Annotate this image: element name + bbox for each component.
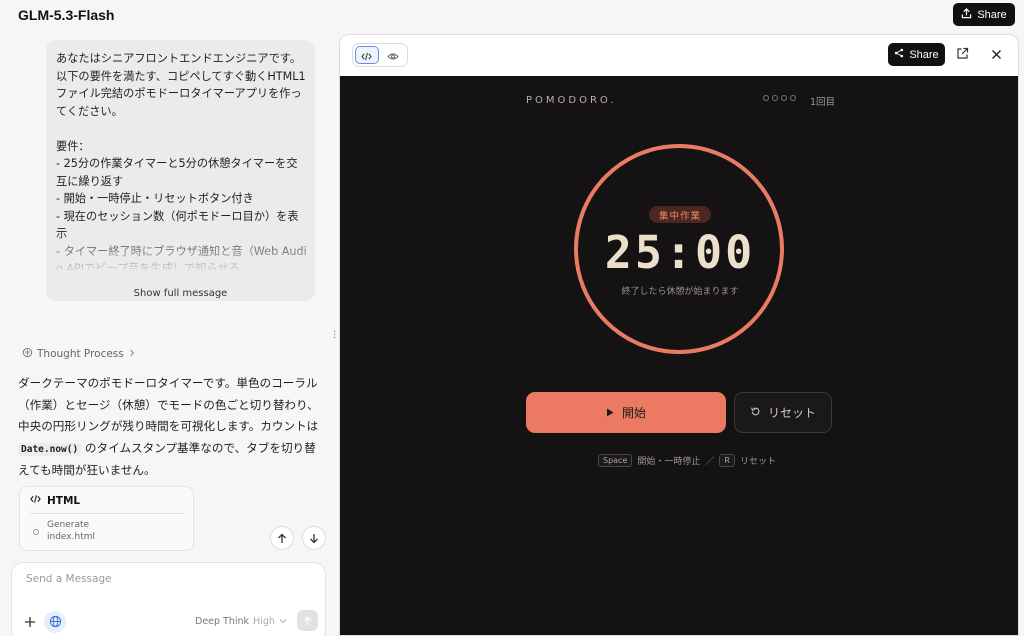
space-key: Space [598,454,633,467]
chevron-down-icon [279,616,287,627]
preview-toolbar: Share [340,35,1018,76]
reset-label: リセット [767,406,816,420]
session-dot [763,95,769,101]
attach-button[interactable] [23,615,37,629]
preview-view-button[interactable] [382,46,405,64]
app-title: GLM-5.3-Flash [18,7,115,23]
upload-icon [961,7,972,22]
status-dot-icon [33,529,39,535]
artifact-step-line1: Generate [47,520,90,530]
session-count: 1回目 [810,97,836,108]
session-dot [790,95,796,101]
html-artifact-card[interactable]: HTML Generate index.html [19,486,194,551]
web-search-toggle[interactable] [44,611,66,633]
message-input[interactable] [26,573,306,585]
shortcut-text-2: リセット [739,457,776,467]
close-preview-button[interactable] [988,46,1005,63]
shortcut-text-1: 開始・一時停止 [637,457,701,467]
app-brand: POMODORO. [526,95,617,106]
scroll-down-button[interactable] [302,526,326,550]
share-icon [894,48,904,61]
send-button[interactable] [297,610,318,631]
plus-icon [24,613,36,632]
chevron-right-icon [128,348,136,360]
share-label: Share [977,8,1007,21]
artifact-title: HTML [47,494,81,507]
brain-icon [22,347,33,361]
artifact-step-line2: index.html [47,532,95,542]
play-icon [606,406,614,420]
external-link-icon [956,45,969,64]
artifact-header: HTML [30,494,80,507]
top-bar: GLM-5.3-Flash Share [0,0,1024,32]
show-full-message-button[interactable]: Show full message [46,288,315,299]
message-composer: Deep Think High [11,562,326,636]
eye-icon [387,46,399,65]
arrow-down-icon [309,529,319,548]
arrow-up-icon [303,611,312,630]
panel-resize-handle[interactable]: · · · [333,328,336,344]
reset-icon [750,406,761,420]
r-key: R [719,454,735,467]
arrow-up-icon [277,529,287,548]
code-icon [361,46,372,65]
scroll-up-button[interactable] [270,526,294,550]
thought-process-toggle[interactable]: Thought Process [22,347,136,361]
code-icon [30,494,41,507]
deep-think-level: High [253,616,275,627]
globe-icon [49,613,62,632]
message-fade [46,230,315,275]
reset-button[interactable]: リセット [734,392,832,433]
answer-text-start: ダークテーマのポモドーロタイマーです。単色のコーラル（作業）とセージ（休憩）でモ… [18,376,319,433]
deep-think-label: Deep Think [195,616,250,627]
inline-code: Date.now() [18,442,82,456]
session-dot [781,95,787,101]
start-label: 開始 [621,406,646,420]
deep-think-selector[interactable]: Deep Think High [195,616,287,627]
preview-share-button[interactable]: Share [888,43,945,66]
chat-panel: あなたはシニアフロントエンドエンジニアです。以下の要件を満たす、コピペしてすぐ動… [0,32,338,636]
session-dot [772,95,778,101]
timer-subtitle: 終了したら休憩が始まります [621,287,739,297]
artifact-divider [30,513,185,514]
preview-share-label: Share [909,48,939,61]
session-dots [763,95,796,101]
timer-display: 25:00 [604,226,756,279]
open-external-button[interactable] [954,46,971,63]
thought-process-label: Thought Process [37,348,124,360]
code-view-button[interactable] [355,46,379,64]
mode-badge: 集中作業 [649,206,711,223]
preview-panel: Share POMODORO. 1回目 集中作業 25:00 終了したら休憩が始… [339,34,1019,636]
assistant-answer: ダークテーマのポモドーロタイマーです。単色のコーラル（作業）とセージ（休憩）でモ… [18,373,323,482]
pomodoro-app: POMODORO. 1回目 集中作業 25:00 終了したら休憩が始まります 開… [340,76,1018,635]
keyboard-shortcuts-hint: Space 開始・一時停止 ／ R リセット [598,454,776,467]
start-button[interactable]: 開始 [526,392,726,433]
share-button[interactable]: Share [953,3,1015,26]
view-toggle [352,43,408,67]
user-message: あなたはシニアフロントエンドエンジニアです。以下の要件を満たす、コピペしてすぐ動… [46,40,315,301]
shortcut-separator: ／ [705,457,715,467]
close-icon [991,45,1002,64]
